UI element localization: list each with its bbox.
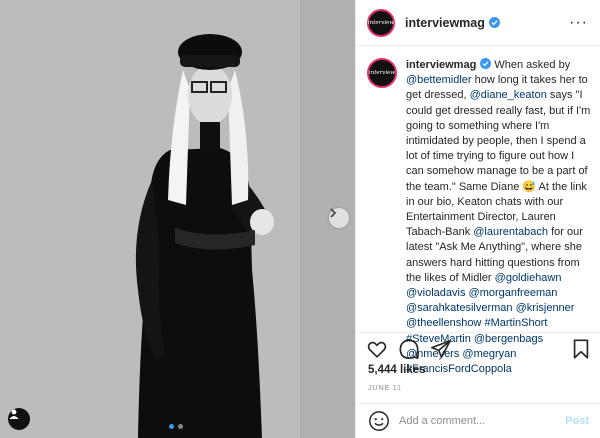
avatar-text: interview [368, 70, 396, 76]
chevron-right-icon [330, 208, 337, 218]
post-comment-button[interactable]: Post [565, 415, 589, 427]
mention-link[interactable]: @violadavis [406, 287, 465, 299]
like-count[interactable]: 5,444 likes [368, 364, 426, 376]
mention-link[interactable]: @laurentabach [473, 226, 548, 238]
smiley-icon[interactable] [368, 410, 390, 432]
caption-block: interview interviewmag When asked by @be… [367, 58, 593, 377]
avatar-text: interview [367, 19, 395, 26]
carousel-dot-2 [178, 424, 183, 429]
divider [356, 332, 600, 333]
next-photo-button[interactable] [329, 208, 349, 228]
verified-badge-icon [488, 17, 500, 28]
mention-link[interactable]: @krisjenner [516, 302, 575, 314]
mention-link[interactable]: @theellenshow [406, 317, 481, 329]
user-tag-icon [9, 409, 19, 419]
comment-input[interactable] [399, 415, 549, 427]
caption-username[interactable]: interviewmag [406, 59, 476, 71]
mention-link[interactable]: @morganfreeman [469, 287, 558, 299]
caption-avatar[interactable]: interview [367, 58, 397, 88]
action-bar [366, 338, 592, 360]
post-photo[interactable] [0, 0, 355, 438]
mention-link[interactable]: @bettemidler [406, 74, 472, 86]
carousel-indicator [169, 424, 183, 429]
hashtag-link[interactable]: #MartinShort [484, 317, 547, 329]
post-header: interview interviewmag ··· [356, 0, 600, 46]
carousel-dot-1 [169, 424, 174, 429]
avatar[interactable]: interview [367, 8, 395, 37]
more-options-icon[interactable]: ··· [569, 14, 588, 30]
heart-icon[interactable] [366, 338, 388, 360]
mention-link[interactable]: @goldiehawn [495, 272, 562, 284]
bookmark-icon[interactable] [570, 338, 592, 360]
caption-segment: When asked by [494, 59, 571, 71]
caption-segment: says "I could get dressed really fast, b… [406, 89, 591, 239]
comment-bar: Post [356, 404, 600, 438]
post-date[interactable]: JUNE 11 [368, 383, 402, 392]
post-detail-panel: interview interviewmag ··· interview int… [355, 0, 600, 438]
photo-illustration [0, 0, 355, 438]
caption-text: interviewmag When asked by @bettemidler … [406, 58, 593, 377]
comment-bubble-icon[interactable] [398, 338, 420, 360]
username-link[interactable]: interviewmag [405, 16, 485, 30]
mention-link[interactable]: @sarahkatesilverman [406, 302, 513, 314]
paper-plane-icon[interactable] [430, 338, 452, 360]
mention-link[interactable]: @diane_keaton [470, 89, 547, 101]
verified-badge-icon [480, 58, 492, 69]
user-tag-button[interactable] [8, 408, 30, 430]
